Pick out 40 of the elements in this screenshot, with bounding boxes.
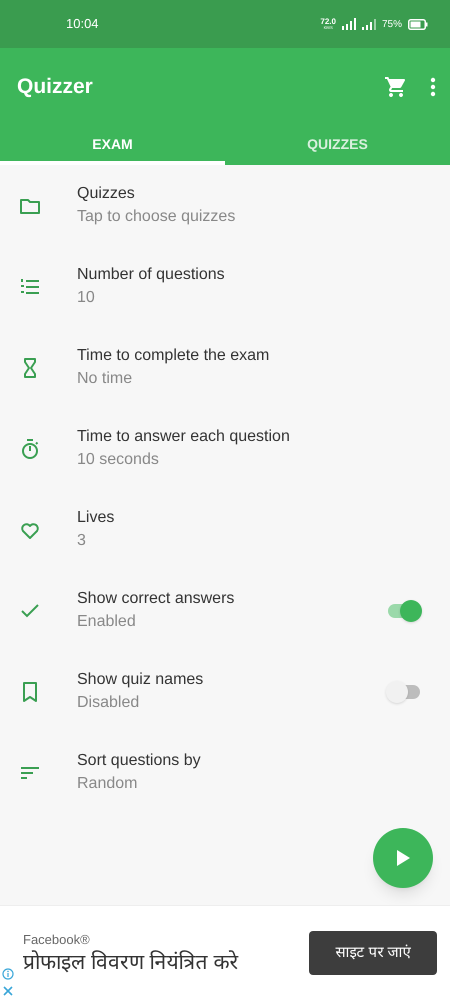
settings-item[interactable]: Time to answer each question 10 seconds <box>0 408 450 489</box>
clock: 10:04 <box>66 15 99 34</box>
setting-title: Show correct answers <box>77 589 236 609</box>
settings-item[interactable]: Sort questions by Random <box>0 732 450 813</box>
play-icon <box>395 849 411 867</box>
settings-item[interactable]: Show correct answers Enabled <box>0 570 450 651</box>
toggle-switch[interactable] <box>386 680 422 702</box>
settings-item[interactable]: Show quiz names Disabled <box>0 651 450 732</box>
app-title: Quizzer <box>17 74 94 100</box>
setting-title: Lives <box>77 508 116 528</box>
setting-value: Disabled <box>77 693 140 713</box>
setting-value: Random <box>77 774 138 794</box>
cart-icon[interactable] <box>384 74 408 98</box>
setting-title: Quizzes <box>77 184 136 204</box>
setting-value: 3 <box>77 531 87 551</box>
setting-title: Number of questions <box>77 265 226 285</box>
info-icon[interactable] <box>2 968 14 980</box>
close-icon[interactable] <box>2 985 14 997</box>
setting-value: Enabled <box>77 612 137 632</box>
battery-percent: 75% <box>382 18 402 32</box>
setting-title: Show quiz names <box>77 670 204 690</box>
settings-item[interactable]: Quizzes Tap to choose quizzes <box>0 165 450 246</box>
ad-headline: प्रोफाइल विवरण नियंत्रित करे <box>23 950 240 976</box>
battery-icon <box>408 18 428 30</box>
toggle-switch[interactable] <box>386 600 422 622</box>
setting-title: Sort questions by <box>77 751 202 771</box>
setting-title: Time to complete the exam <box>77 346 270 366</box>
setting-value: 10 <box>77 288 96 308</box>
signal-icon <box>362 18 376 30</box>
setting-title: Time to answer each question <box>77 427 291 447</box>
setting-value: No time <box>77 369 134 389</box>
signal-icon <box>342 18 356 30</box>
setting-value: 10 seconds <box>77 450 160 470</box>
setting-value: Tap to choose quizzes <box>77 207 236 227</box>
settings-item[interactable]: Lives 3 <box>0 489 450 570</box>
settings-item[interactable]: Time to complete the exam No time <box>0 327 450 408</box>
settings-item[interactable]: Number of questions 10 <box>0 246 450 327</box>
visit-site-button[interactable]: साइट पर जाएं <box>309 931 437 975</box>
more-options-icon[interactable] <box>430 76 436 96</box>
advertiser-name: Facebook® <box>23 931 91 950</box>
